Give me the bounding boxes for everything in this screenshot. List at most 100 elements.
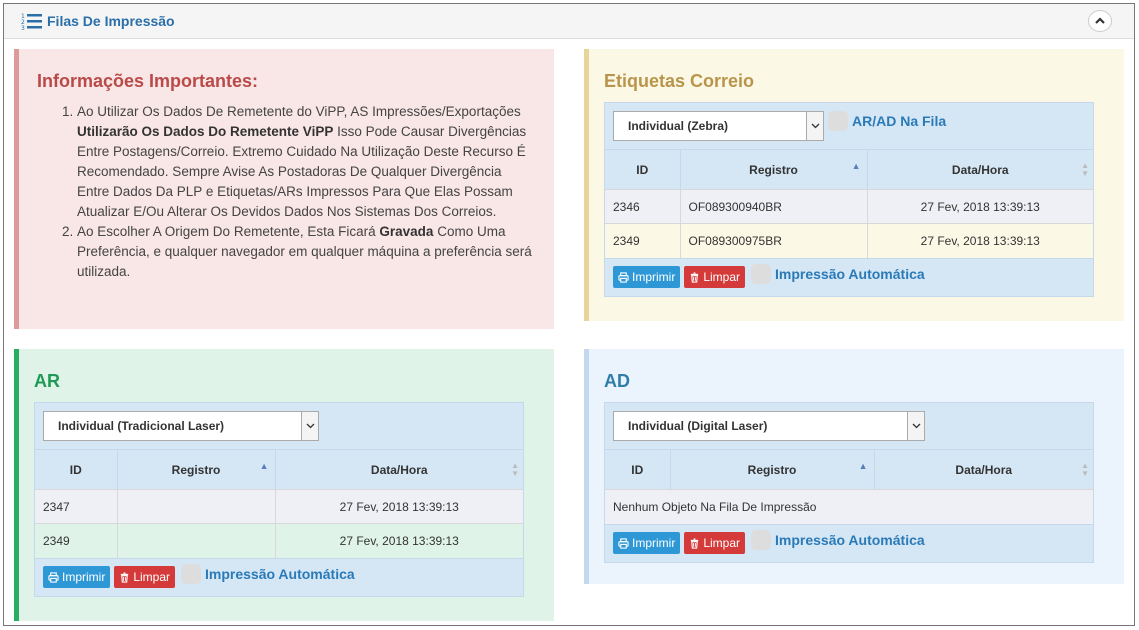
info-item-2-bold: Gravada [379,224,434,239]
table-row[interactable]: 2347 27 Fev, 2018 13:39:13 [35,489,523,524]
header: 1 2 3 Filas De Impressão [4,4,1134,39]
page-title: Filas De Impressão [47,13,175,29]
empty-row: Nenhum Objeto Na Fila De Impressão [605,489,1093,524]
info-item-1-bold: Utilizarão Os Dados Do Remetente ViPP [77,124,334,139]
ar-table: ID Registro ▲ Data/Hora ▲ ▼ 2347 27 Fev, 20… [35,449,523,558]
cell-datahora: 27 Fev, 2018 13:39:13 [275,489,523,524]
ar-ad-queue-checkbox[interactable] [828,111,848,131]
important-info-box: Informações Importantes: Ao Utilizar Os … [14,49,554,329]
ar-actions: Imprimir Limpar Impressão Automática [35,557,523,596]
collapse-button[interactable] [1088,10,1112,32]
info-item-2-text-a: Ao Escolher A Origem Do Remetente, Esta … [77,224,380,239]
cell-id: 2346 [605,189,681,224]
column-header-datahora-label: Data/Hora [955,462,1013,477]
column-header-datahora-label: Data/Hora [951,162,1009,177]
column-header-id[interactable]: ID [35,449,118,490]
print-button-label: Imprimir [632,536,676,550]
ar-ad-queue-label: AR/AD Na Fila [852,113,947,129]
auto-print-toggle[interactable]: Impressão Automática [751,530,925,550]
table-row[interactable]: 2349 OF089300975BR 27 Fev, 2018 13:39:13 [605,223,1093,258]
cell-id: 2349 [605,223,681,258]
trash-icon [691,537,699,549]
correio-title: Etiquetas Correio [604,71,755,91]
info-list: Ao Utilizar Os Dados De Remetente do ViP… [37,102,536,282]
cell-registro: OF089300940BR [680,189,868,224]
column-header-registro[interactable]: Registro ▲ [680,149,868,190]
numbered-list-icon: 1 2 3 [21,13,42,30]
ar-printer-select[interactable]: Individual (Tradicional Laser) [43,411,319,441]
cell-registro [117,489,276,524]
column-header-datahora[interactable]: Data/Hora ▲ ▼ [874,449,1093,490]
cell-registro: OF089300975BR [680,223,868,258]
printer-icon [618,537,629,549]
ar-select-value: Individual (Tradicional Laser) [58,419,225,433]
print-button[interactable]: Imprimir [43,566,111,588]
ad-panel-top: Individual (Digital Laser) [605,403,1093,449]
sort-both-icon: ▲ ▼ [1081,461,1089,478]
svg-text:3: 3 [21,25,25,30]
trash-icon [691,271,699,283]
clear-button[interactable]: Limpar [684,532,746,554]
clear-button-label: Limpar [703,536,741,550]
cell-registro [117,523,276,558]
auto-print-checkbox[interactable] [181,564,202,584]
column-header-datahora[interactable]: Data/Hora ▲ ▼ [275,449,523,490]
cell-datahora: 27 Fev, 2018 13:39:13 [275,523,523,558]
ad-table: ID Registro ▲ Data/Hora ▲ ▼ Nenhum Objeto N… [605,449,1093,524]
info-item-1: Ao Utilizar Os Dados De Remetente do ViP… [77,102,536,222]
print-button-label: Imprimir [62,570,106,584]
ad-printer-select[interactable]: Individual (Digital Laser) [613,411,925,441]
clear-button[interactable]: Limpar [114,566,176,588]
empty-message: Nenhum Objeto Na Fila De Impressão [605,489,1093,524]
column-header-id[interactable]: ID [605,449,671,490]
ar-panel: Individual (Tradicional Laser) ID Regist… [34,402,524,597]
column-header-registro[interactable]: Registro ▲ [117,449,276,490]
trash-icon [121,571,129,583]
ad-box: AD Individual (Digital Laser) ID Registr… [584,349,1124,584]
sort-asc-icon: ▲ [851,161,861,171]
correio-table: ID Registro ▲ Data/Hora ▲ ▼ 2346 OF08930094… [605,149,1093,258]
column-header-registro[interactable]: Registro ▲ [670,449,875,490]
print-button[interactable]: Imprimir [613,532,681,554]
column-header-registro-label: Registro [747,462,797,477]
correio-labels-box: Etiquetas Correio Individual (Zebra) AR/… [584,49,1124,321]
column-header-registro-label: Registro [749,162,798,177]
column-header-datahora[interactable]: Data/Hora ▲ ▼ [867,149,1093,190]
sort-both-icon: ▲ ▼ [511,461,519,478]
table-row[interactable]: 2349 27 Fev, 2018 13:39:13 [35,523,523,558]
chevron-up-icon [1095,17,1105,24]
ar-ad-queue-toggle[interactable]: AR/AD Na Fila [828,111,946,131]
ad-select-value: Individual (Digital Laser) [628,419,768,433]
ar-title: AR [34,371,60,391]
correio-printer-select[interactable]: Individual (Zebra) [613,111,824,141]
info-item-1-text-a: Ao Utilizar Os Dados De Remetente do ViP… [77,104,521,119]
table-row[interactable]: 2346 OF089300940BR 27 Fev, 2018 13:39:13 [605,189,1093,224]
sort-asc-icon: ▲ [259,461,269,471]
auto-print-toggle[interactable]: Impressão Automática [181,564,355,584]
info-title: Informações Importantes: [37,71,259,91]
printer-icon [618,271,629,283]
cell-datahora: 27 Fev, 2018 13:39:13 [867,223,1093,258]
correio-panel-top: Individual (Zebra) AR/AD Na Fila [605,103,1093,149]
ad-actions: Imprimir Limpar Impressão Automática [605,523,1093,562]
auto-print-toggle[interactable]: Impressão Automática [751,264,925,284]
correio-panel: Individual (Zebra) AR/AD Na Fila ID Regi… [604,102,1094,297]
clear-button[interactable]: Limpar [684,266,746,288]
ar-panel-top: Individual (Tradicional Laser) [35,403,523,449]
column-header-id[interactable]: ID [605,149,681,190]
auto-print-label: Impressão Automática [775,266,925,282]
clear-button-label: Limpar [133,570,171,584]
auto-print-checkbox[interactable] [751,264,772,284]
chevron-down-icon [907,412,924,440]
info-item-2: Ao Escolher A Origem Do Remetente, Esta … [77,222,536,282]
correio-actions: Imprimir Limpar Impressão Automática [605,257,1093,296]
print-button[interactable]: Imprimir [613,266,681,288]
print-button-label: Imprimir [632,270,676,284]
auto-print-label: Impressão Automática [775,532,925,548]
auto-print-label: Impressão Automática [205,566,355,582]
cell-id: 2349 [35,523,118,558]
column-header-datahora-label: Data/Hora [370,462,428,477]
column-header-registro-label: Registro [171,462,221,477]
auto-print-checkbox[interactable] [751,530,772,550]
sort-both-icon: ▲ ▼ [1081,161,1089,178]
